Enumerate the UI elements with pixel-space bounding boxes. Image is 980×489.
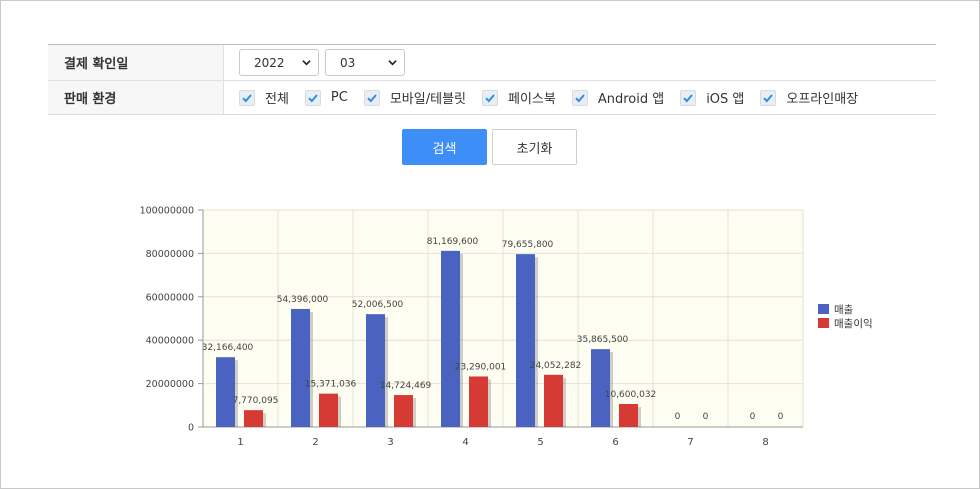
legend-swatch	[818, 318, 829, 328]
data-label: 15,371,036	[305, 380, 357, 390]
data-label: 23,290,001	[455, 362, 507, 372]
y-tick-label: 100000000	[140, 206, 194, 217]
data-label: 81,169,600	[427, 237, 479, 247]
data-label: 7,770,095	[233, 396, 279, 406]
data-label: 79,655,800	[502, 240, 554, 250]
y-tick-label: 80000000	[146, 249, 194, 260]
bar	[469, 376, 488, 427]
x-tick-label: 8	[762, 437, 768, 448]
bar	[366, 314, 385, 427]
x-tick-label: 1	[237, 437, 243, 448]
data-label: 0	[750, 412, 756, 422]
bar	[244, 410, 263, 427]
y-tick-label: 0	[188, 423, 194, 434]
data-label: 52,006,500	[352, 300, 404, 310]
x-tick-label: 2	[312, 437, 318, 448]
bar	[441, 250, 460, 427]
x-tick-label: 5	[537, 437, 543, 448]
x-tick-label: 3	[387, 437, 393, 448]
data-label: 0	[675, 412, 681, 422]
data-label: 24,052,282	[530, 361, 582, 371]
y-tick-label: 60000000	[146, 292, 194, 303]
bar	[319, 393, 338, 427]
bar	[619, 403, 638, 427]
x-tick-label: 6	[612, 437, 618, 448]
data-label: 35,865,500	[577, 335, 629, 345]
legend-swatch	[818, 304, 829, 314]
bar	[544, 374, 563, 427]
bar	[516, 254, 535, 427]
data-label: 14,724,469	[380, 381, 432, 391]
legend-label: 매출	[834, 304, 854, 316]
legend-label: 매출이익	[834, 318, 873, 330]
y-tick-label: 40000000	[146, 336, 194, 347]
data-label: 32,166,400	[202, 343, 254, 353]
sales-chart: 0 20000000 40000000 60000000 80000000 1000000…	[140, 206, 873, 449]
data-label: 54,396,000	[277, 295, 329, 305]
data-label: 0	[778, 412, 784, 422]
bar	[394, 395, 413, 427]
data-label: 10,600,032	[605, 390, 657, 400]
x-tick-label: 4	[462, 437, 468, 448]
bar	[216, 357, 235, 427]
bar	[591, 349, 610, 427]
bar	[291, 308, 310, 427]
x-tick-label: 7	[687, 437, 693, 448]
data-label: 0	[703, 412, 709, 422]
y-tick-label: 20000000	[146, 379, 194, 390]
